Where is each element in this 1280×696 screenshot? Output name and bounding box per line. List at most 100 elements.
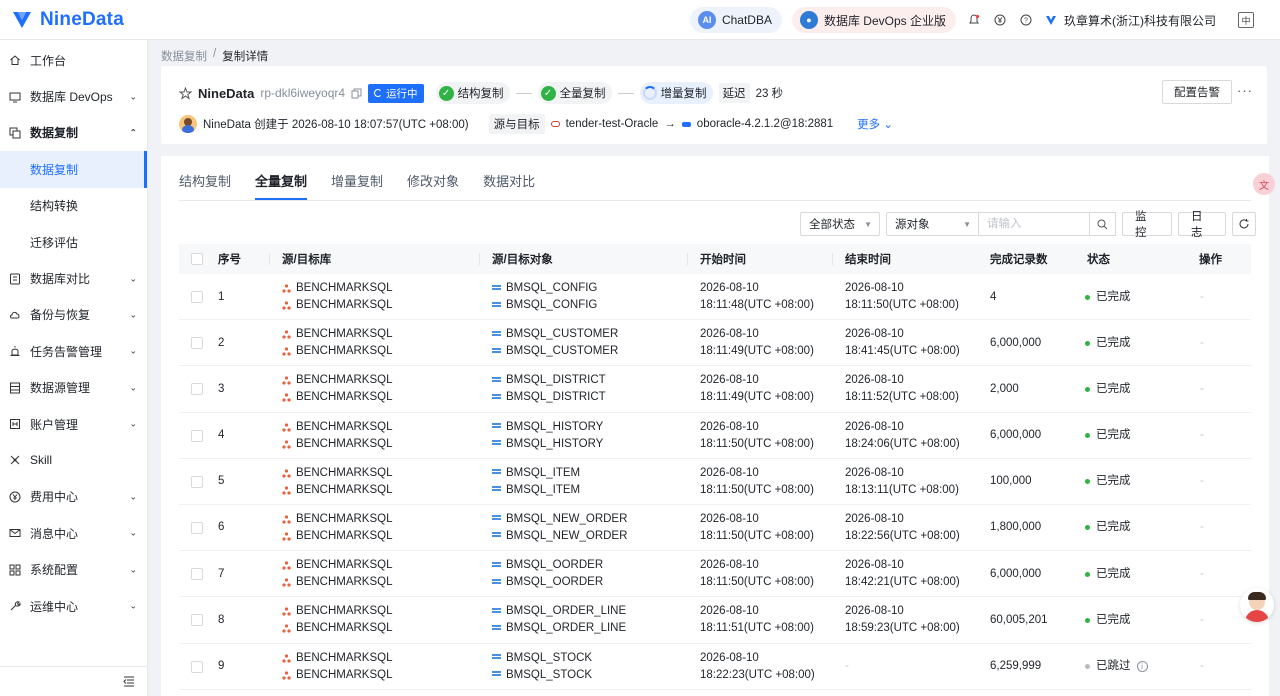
column-header: 结束时间 — [845, 254, 891, 266]
status-text: 已完成 — [1096, 521, 1131, 534]
refresh-button[interactable] — [1232, 212, 1256, 236]
logo[interactable]: NineData — [10, 8, 124, 32]
row-checkbox[interactable] — [191, 366, 203, 412]
end-date: 2026-08-10 — [845, 282, 904, 294]
row-checkbox[interactable] — [191, 597, 203, 643]
table-row[interactable]: 7 BENCHMARKSQL BENCHMARKSQL BMSQL_OORDER… — [179, 551, 1251, 598]
target-db: BENCHMARKSQL — [296, 299, 393, 311]
source-name[interactable]: tender-test-Oracle — [566, 118, 659, 130]
monitor-button[interactable]: 监 控 — [1122, 211, 1172, 239]
target-db: BENCHMARKSQL — [296, 391, 393, 404]
sidebar-subitem-migration-assessment[interactable]: 迁移评估 — [0, 224, 147, 260]
table-row[interactable]: 2 BENCHMARKSQL BENCHMARKSQL BMSQL_CUSTOM… — [179, 320, 1251, 367]
sidebar-item-devops[interactable]: 数据库 DevOps ⌄ — [0, 78, 147, 114]
status-cell: 已完成i — [1085, 413, 1131, 459]
status-dot — [1085, 340, 1090, 346]
sidebar-item-billing[interactable]: 费用中心 ⌄ — [0, 479, 147, 515]
db-cell: BENCHMARKSQL BENCHMARKSQL — [282, 505, 393, 551]
table-row[interactable]: 4 BENCHMARKSQL BENCHMARKSQL BMSQL_HISTOR… — [179, 413, 1251, 459]
status-filter-select[interactable]: 全部状态 ▼ — [800, 212, 880, 236]
more-actions-icon[interactable]: ··· — [1237, 83, 1253, 98]
table-row[interactable]: 8 BENCHMARKSQL BENCHMARKSQL BMSQL_ORDER_… — [179, 597, 1251, 644]
chatdba-button[interactable]: AI ChatDBA — [689, 7, 782, 33]
info-icon[interactable]: i — [1136, 661, 1148, 672]
support-avatar-icon[interactable] — [1240, 588, 1274, 622]
start-time-cell: 2026-08-10 18:11:48(UTC +08:00) — [700, 274, 814, 320]
search-input[interactable] — [979, 213, 1089, 235]
source-db: BENCHMARKSQL — [296, 420, 393, 433]
tab-full[interactable]: 全量复制 — [255, 166, 308, 200]
company-switcher[interactable]: 玖章算术(浙江)科技有限公司 — [1044, 12, 1216, 29]
star-icon[interactable] — [179, 86, 192, 100]
row-checkbox[interactable] — [191, 459, 203, 505]
object-cell: BMSQL_CUSTOMER BMSQL_CUSTOMER — [492, 320, 618, 366]
breadcrumb: 数据复制 / 复制详情 — [161, 48, 268, 64]
sidebar-item-alarm[interactable]: 任务告警管理 ⌄ — [0, 333, 147, 369]
tab-incremental[interactable]: 增量复制 — [331, 166, 383, 200]
sidebar-item-backup[interactable]: 备份与恢复 ⌄ — [0, 297, 147, 333]
sidebar-subitem-data-replication[interactable]: 数据复制 — [0, 151, 147, 188]
row-checkbox[interactable] — [191, 274, 203, 320]
search-button[interactable] — [1089, 213, 1115, 235]
table-row[interactable]: 3 BENCHMARKSQL BENCHMARKSQL BMSQL_DISTRI… — [179, 366, 1251, 413]
sidebar-item-workbench[interactable]: 工作台 — [0, 42, 147, 78]
object-cell: BMSQL_CONFIG BMSQL_CONFIG — [492, 274, 597, 320]
source-db: BENCHMARKSQL — [296, 651, 393, 664]
row-checkbox[interactable] — [191, 505, 203, 551]
row-checkbox[interactable] — [191, 551, 203, 597]
row-checkbox[interactable] — [191, 644, 203, 690]
collapse-sidebar-icon[interactable] — [123, 675, 135, 687]
object-filter-select[interactable]: 源对象 ▼ — [886, 212, 978, 236]
sidebar-item-label: 数据库对比 — [30, 272, 91, 287]
log-button[interactable]: 日 志 — [1178, 211, 1226, 239]
start-date: 2026-08-10 — [700, 605, 759, 618]
end-date: 2026-08-10 — [845, 605, 904, 618]
sidebar-item-data-replication[interactable]: 数据复制 ⌃ — [0, 115, 147, 151]
sidebar-subitem-schema-conversion[interactable]: 结构转换 — [0, 188, 147, 224]
target-db: BENCHMARKSQL — [296, 576, 393, 589]
object-cell: BMSQL_ITEM BMSQL_ITEM — [492, 459, 580, 505]
sidebar-item-ops[interactable]: 运维中心 ⌄ — [0, 588, 147, 624]
sidebar-item-system[interactable]: 系统配置 ⌄ — [0, 551, 147, 587]
status-cell: 已完成i — [1085, 366, 1131, 412]
task-header-card: NineData rp-dkl6iweyoqr4 运行中 ✓ 结构复制 ✓ 全量… — [161, 66, 1267, 144]
table-row[interactable]: 5 BENCHMARKSQL BENCHMARKSQL BMSQL_ITEM B… — [179, 459, 1251, 505]
bell-icon[interactable] — [966, 12, 982, 28]
row-checkbox[interactable] — [191, 413, 203, 459]
database-icon — [282, 301, 291, 310]
sidebar-item-db-compare[interactable]: 数据库对比 ⌄ — [0, 260, 147, 296]
tab-modify-objects[interactable]: 修改对象 — [407, 166, 459, 200]
language-icon[interactable]: 中 — [1238, 12, 1254, 28]
select-all-checkbox[interactable] — [191, 244, 203, 274]
sidebar-item-messages[interactable]: 消息中心 ⌄ — [0, 515, 147, 551]
table-body: 1 BENCHMARKSQL BENCHMARKSQL BMSQL_CONFIG… — [179, 274, 1251, 690]
action-cell: - — [1200, 290, 1204, 303]
database-icon — [282, 422, 291, 432]
object-cell: BMSQL_ORDER_LINE BMSQL_ORDER_LINE — [492, 597, 626, 643]
table-row[interactable]: 9 BENCHMARKSQL BENCHMARKSQL BMSQL_STOCK … — [179, 644, 1251, 690]
devops-edition-button[interactable]: ● 数据库 DevOps 企业版 — [791, 7, 956, 33]
help-icon[interactable]: ? — [1018, 12, 1034, 28]
end-time-cell: 2026-08-10 18:41:45(UTC +08:00) — [845, 320, 960, 366]
sidebar-item-label: 消息中心 — [30, 526, 79, 541]
sidebar-item-account[interactable]: 账户管理 ⌄ — [0, 406, 147, 442]
breadcrumb-parent[interactable]: 数据复制 — [161, 48, 207, 64]
sidebar-item-datasource[interactable]: 数据源管理 ⌄ — [0, 370, 147, 406]
database-icon — [282, 376, 291, 385]
copy-icon[interactable] — [351, 88, 362, 99]
start-date: 2026-08-10 — [700, 512, 759, 525]
configure-alarm-button[interactable]: 配置告警 — [1162, 80, 1232, 104]
status-text: 已完成 — [1096, 382, 1131, 395]
table-row[interactable]: 6 BENCHMARKSQL BENCHMARKSQL BMSQL_NEW_OR… — [179, 505, 1251, 552]
logo-text: NineData — [40, 8, 124, 30]
start-time: 18:11:50(UTC +08:00) — [700, 529, 814, 542]
tab-data-compare[interactable]: 数据对比 — [483, 166, 535, 200]
table-row[interactable]: 1 BENCHMARKSQL BENCHMARKSQL BMSQL_CONFIG… — [179, 274, 1251, 321]
more-link[interactable]: 更多 ⌄ — [857, 116, 893, 132]
yen-icon[interactable] — [992, 12, 1008, 28]
tab-structure[interactable]: 结构复制 — [179, 166, 231, 200]
row-checkbox[interactable] — [191, 320, 203, 366]
sidebar-item-skill[interactable]: Skill — [0, 442, 147, 478]
translate-icon[interactable]: 文 — [1253, 173, 1275, 195]
target-name[interactable]: oboracle-4.2.1.2@18:2881 — [697, 118, 833, 130]
